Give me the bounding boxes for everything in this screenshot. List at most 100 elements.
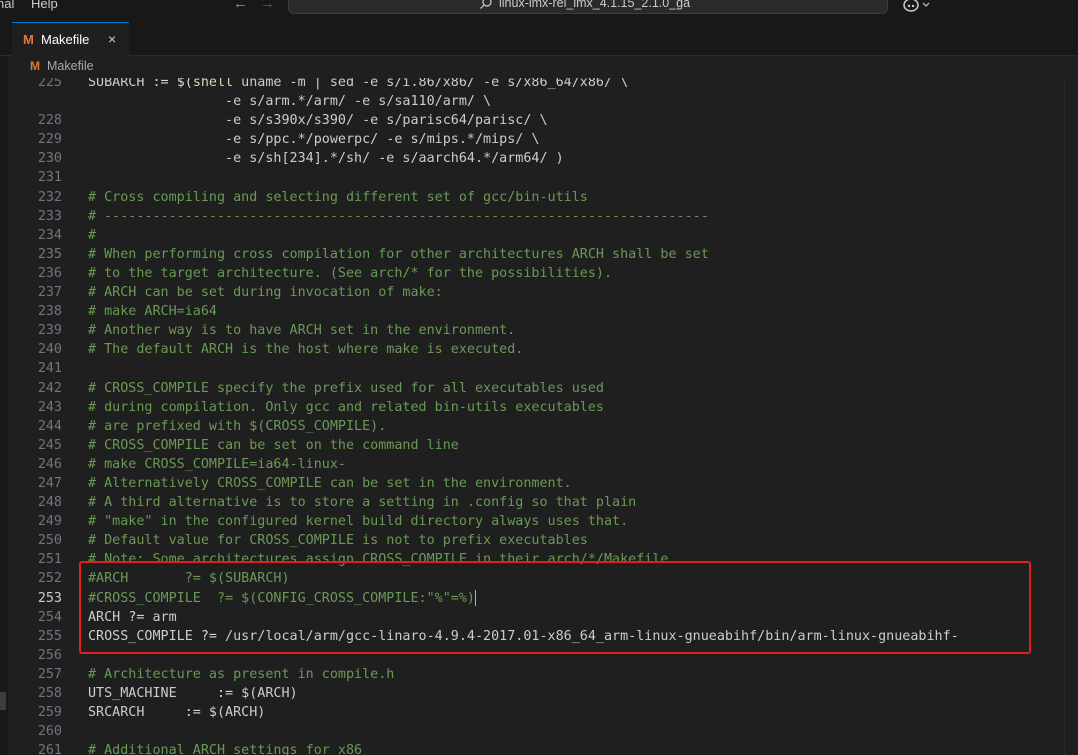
line-number: 234	[37, 227, 62, 243]
line-number: 231	[37, 170, 62, 186]
line-text: # are prefixed with $(CROSS_COMPILE).	[88, 418, 387, 434]
code-line[interactable]: 232 # Cross compiling and selecting diffe…	[8, 188, 1070, 207]
code-line[interactable]: 256	[8, 646, 1070, 665]
line-number: 237	[37, 285, 62, 301]
code-line[interactable]: 230 -e s/sh[234].*/sh/ -e s/aarch64.*/ar…	[8, 149, 1070, 168]
code-line[interactable]: 245 # CROSS_COMPILE can be set on the com…	[8, 436, 1070, 455]
command-center[interactable]: linux-imx-rel_imx_4.1.15_2.1.0_ga	[288, 0, 888, 14]
code-line[interactable]: 246 # make CROSS_COMPILE=ia64-linux-	[8, 455, 1070, 474]
code-line[interactable]: 225 SUBARCH := $(shell uname -m | sed -e …	[8, 78, 1070, 92]
line-number: 239	[37, 323, 62, 339]
line-number: 229	[37, 132, 62, 148]
line-number: 241	[37, 361, 62, 377]
menu-help[interactable]: Help	[31, 0, 58, 11]
menu-terminal[interactable]: nal	[0, 0, 14, 11]
line-number: 232	[37, 189, 62, 205]
code-line[interactable]: 252 #ARCH ?= $(SUBARCH)	[8, 569, 1070, 588]
code-line[interactable]: 242 # CROSS_COMPILE specify the prefix us…	[8, 379, 1070, 398]
code-line[interactable]: 234 #	[8, 226, 1070, 245]
breadcrumb-file[interactable]: Makefile	[47, 59, 94, 73]
line-number: 233	[37, 208, 62, 224]
code-line[interactable]: 231	[8, 168, 1070, 187]
line-text: # Additional ARCH settings for x86	[88, 743, 363, 755]
code-line[interactable]: 235 # When performing cross compilation f…	[8, 245, 1070, 264]
line-text: -e s/ppc.*/powerpc/ -e s/mips.*/mips/ \	[88, 132, 540, 148]
code-line[interactable]: 243 # during compilation. Only gcc and re…	[8, 398, 1070, 417]
line-text: -e s/s390x/s390/ -e s/parisc64/parisc/ \	[88, 113, 548, 129]
line-text: -e s/sh[234].*/sh/ -e s/aarch64.*/arm64/…	[88, 151, 564, 167]
line-text: #ARCH ?= $(SUBARCH)	[88, 571, 290, 587]
line-text: #	[88, 227, 97, 243]
code-line[interactable]: 253 #CROSS_COMPILE ?= $(CONFIG_CROSS_COMP…	[8, 589, 1070, 608]
line-text: CROSS_COMPILE ?= /usr/local/arm/gcc-lina…	[88, 628, 959, 644]
code-line[interactable]: 239 # Another way is to have ARCH set in …	[8, 321, 1070, 340]
line-number: 248	[37, 495, 62, 511]
code-line[interactable]: 241	[8, 359, 1070, 378]
back-arrow-icon[interactable]: ←	[233, 0, 248, 12]
code-line[interactable]: 249 # "make" in the configured kernel bui…	[8, 512, 1070, 531]
search-icon	[480, 0, 492, 9]
forward-arrow-icon[interactable]: →	[260, 0, 275, 12]
code-line[interactable]: 228 -e s/s390x/s390/ -e s/parisc64/paris…	[8, 111, 1070, 130]
line-number: 236	[37, 265, 62, 281]
line-number: 247	[37, 475, 62, 491]
code-line[interactable]: 258 UTS_MACHINE := $(ARCH)	[8, 684, 1070, 703]
code-line[interactable]: 236 # to the target architecture. (See ar…	[8, 264, 1070, 283]
line-text: ARCH ?= arm	[88, 609, 177, 625]
code-line[interactable]: -e s/arm.*/arm/ -e s/sa110/arm/ \	[8, 92, 1070, 111]
code-editor[interactable]: 225 SUBARCH := $(shell uname -m | sed -e …	[8, 78, 1078, 755]
line-text: UTS_MACHINE := $(ARCH)	[88, 686, 298, 701]
code-line[interactable]: 237 # ARCH can be set during invocation o…	[8, 283, 1070, 302]
code-line[interactable]: 229 -e s/ppc.*/powerpc/ -e s/mips.*/mips…	[8, 130, 1070, 149]
code-line[interactable]: 257 # Architecture as present in compile.…	[8, 665, 1070, 684]
line-text: # Architecture as present in compile.h	[88, 666, 395, 682]
line-text: # make ARCH=ia64	[88, 304, 217, 320]
line-text: # during compilation. Only gcc and relat…	[88, 399, 604, 415]
tab-bar: M Makefile ×	[0, 16, 1078, 56]
line-number: 257	[37, 666, 62, 682]
code-line[interactable]: 244 # are prefixed with $(CROSS_COMPILE).	[8, 417, 1070, 436]
code-line[interactable]: 240 # The default ARCH is the host where …	[8, 340, 1070, 359]
line-text: # ARCH can be set during invocation of m…	[88, 285, 443, 301]
code-line[interactable]: 247 # Alternatively CROSS_COMPILE can be …	[8, 474, 1070, 493]
line-text: # A third alternative is to store a sett…	[88, 495, 637, 511]
line-number: 230	[37, 151, 62, 167]
code-line[interactable]: 255 CROSS_COMPILE ?= /usr/local/arm/gcc-l…	[8, 627, 1070, 646]
text-cursor	[474, 589, 476, 606]
line-number: 244	[37, 418, 62, 434]
line-number: 240	[37, 342, 62, 358]
activity-indicator	[0, 692, 6, 710]
code-line[interactable]: 259 SRCARCH := $(ARCH)	[8, 703, 1070, 722]
code-line[interactable]: 251 # Note: Some architectures assign CRO…	[8, 550, 1070, 569]
line-number: 254	[37, 609, 62, 625]
code-line[interactable]: 260	[8, 722, 1070, 741]
line-number: 259	[37, 705, 62, 721]
line-number: 261	[37, 743, 62, 755]
line-number: 256	[37, 647, 62, 663]
line-number: 251	[37, 552, 62, 568]
code-line[interactable]: 248 # A third alternative is to store a s…	[8, 493, 1070, 512]
copilot-icon[interactable]	[902, 0, 932, 13]
line-number: 242	[37, 380, 62, 396]
tab-makefile[interactable]: M Makefile ×	[12, 22, 129, 56]
code-line[interactable]: 250 # Default value for CROSS_COMPILE is …	[8, 531, 1070, 550]
code-line[interactable]: 233 # -----------------------------------…	[8, 207, 1070, 226]
title-bar: nal Help ← → linux-imx-rel_imx_4.1.15_2.…	[0, 0, 1078, 16]
code-line[interactable]: 261 # Additional ARCH settings for x86	[8, 741, 1070, 755]
tab-label: Makefile	[41, 32, 90, 47]
line-number: 249	[37, 514, 62, 530]
line-number: 258	[37, 686, 62, 701]
line-text: # Alternatively CROSS_COMPILE can be set…	[88, 475, 572, 491]
close-icon[interactable]: ×	[108, 31, 116, 47]
line-text: #CROSS_COMPILE ?= $(CONFIG_CROSS_COMPILE…	[88, 589, 476, 606]
code-line[interactable]: 238 # make ARCH=ia64	[8, 302, 1070, 321]
line-text: # The default ARCH is the host where mak…	[88, 342, 524, 358]
breadcrumb: M Makefile	[0, 56, 1078, 78]
line-number: 250	[37, 533, 62, 549]
code-line[interactable]: 254 ARCH ?= arm	[8, 608, 1070, 627]
makefile-icon: M	[23, 32, 34, 47]
line-number: 260	[37, 724, 62, 740]
line-number: 235	[37, 246, 62, 262]
line-text: # to the target architecture. (See arch/…	[88, 265, 613, 281]
vertical-scrollbar[interactable]	[1064, 78, 1078, 755]
